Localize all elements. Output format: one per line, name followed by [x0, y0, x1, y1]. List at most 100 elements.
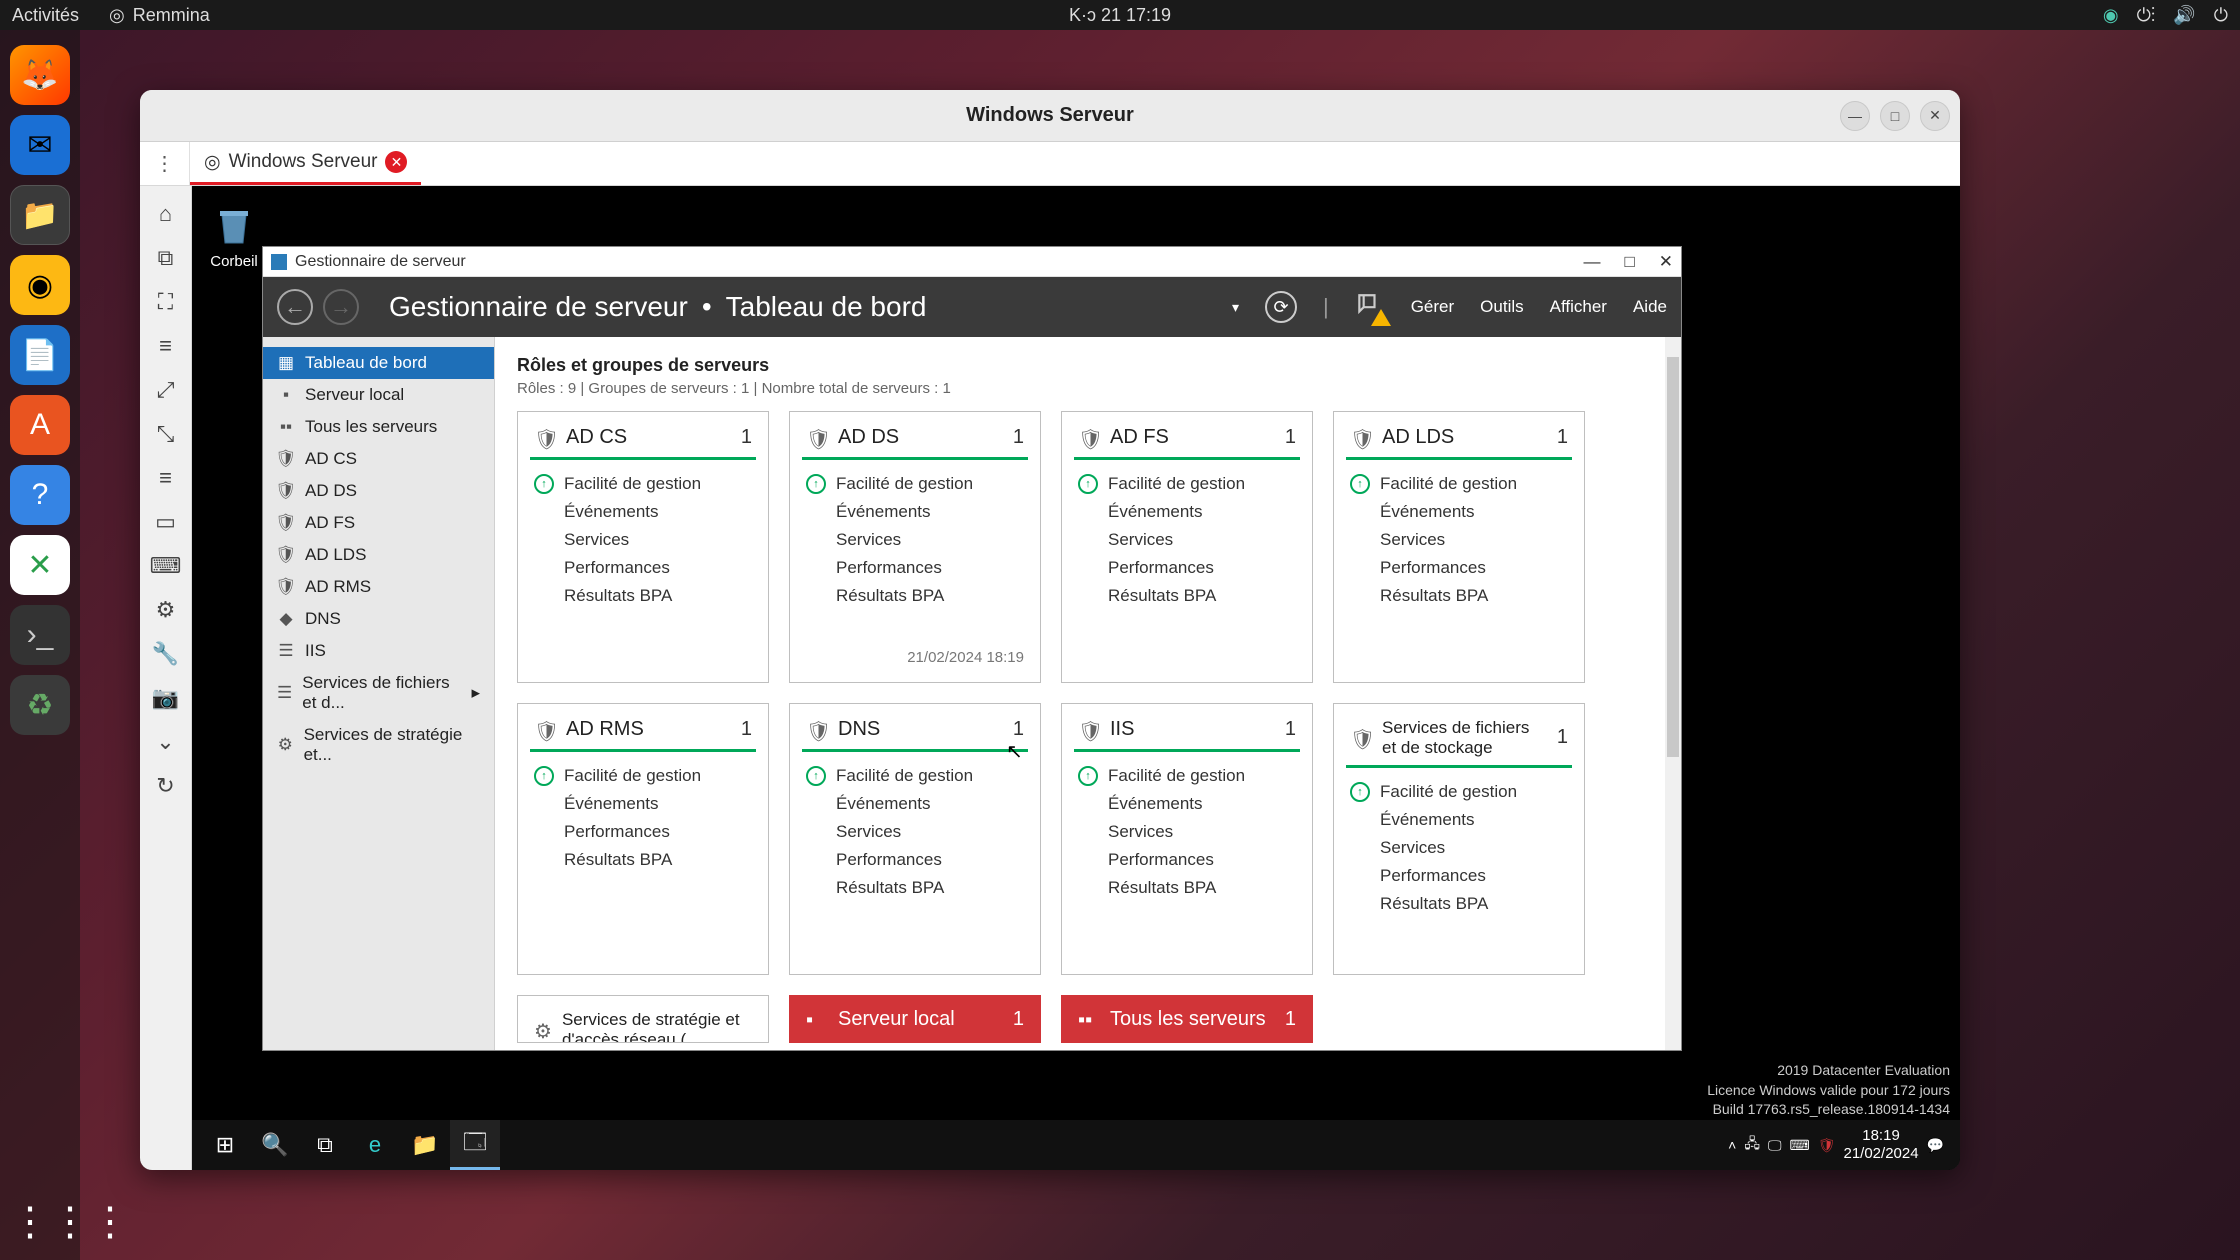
tile-row[interactable]: Résultats BPA: [534, 846, 752, 874]
sidebar-item-dns[interactable]: ◆ DNS: [263, 603, 494, 635]
tile-role[interactable]: 🛡 AD DS 1↑Facilité de gestionÉvénementsS…: [789, 411, 1041, 683]
menu-view[interactable]: Afficher: [1550, 297, 1607, 317]
tile-row[interactable]: Résultats BPA: [1078, 874, 1296, 902]
tile-row[interactable]: Services: [1078, 526, 1296, 554]
sm-titlebar[interactable]: Gestionnaire de serveur — □ ✕: [263, 247, 1681, 277]
notifications-button[interactable]: [1355, 292, 1385, 322]
dock-files[interactable]: 📁: [10, 185, 70, 245]
tile-row[interactable]: Résultats BPA: [1350, 582, 1568, 610]
tile-row[interactable]: Performances: [1078, 554, 1296, 582]
tile-row[interactable]: Services: [806, 818, 1024, 846]
dock-apps-grid[interactable]: ⋮⋮⋮: [10, 1199, 70, 1245]
power-icon[interactable]: ⏻: [2214, 5, 2228, 26]
tile-row[interactable]: Performances: [1350, 862, 1568, 890]
breadcrumb[interactable]: Gestionnaire de serveur • Tableau de bor…: [389, 291, 926, 323]
close-button[interactable]: ✕: [1920, 101, 1950, 131]
sidebar-item-files[interactable]: ☰ Services de fichiers et d... ▸: [263, 667, 494, 719]
sm-minimize-button[interactable]: —: [1583, 252, 1600, 272]
ie-button[interactable]: e: [350, 1120, 400, 1170]
tile-row[interactable]: ↑Facilité de gestion: [806, 470, 1024, 498]
sidebar-item-adlds[interactable]: 🛡 AD LDS: [263, 539, 494, 571]
rdp-viewport[interactable]: Corbeil Gestionnaire de serveur — □ ✕: [192, 186, 1960, 1170]
tile-row[interactable]: Performances: [1078, 846, 1296, 874]
remmina-tab-windows-serveur[interactable]: ◎ Windows Serveur ✕: [190, 142, 421, 185]
tab-close-icon[interactable]: ✕: [385, 151, 407, 173]
dock-rhythmbox[interactable]: ◉: [10, 255, 70, 315]
tile-role[interactable]: 🛡 AD LDS 1↑Facilité de gestionÉvénements…: [1333, 411, 1585, 683]
menu-manage[interactable]: Gérer: [1411, 297, 1454, 317]
tile-row[interactable]: ↑Facilité de gestion: [534, 470, 752, 498]
dock-terminal[interactable]: ›_: [10, 605, 70, 665]
refresh-button[interactable]: ⟳: [1265, 291, 1297, 323]
tray-chevron-icon[interactable]: ˄: [1728, 1137, 1736, 1153]
start-button[interactable]: ⊞: [200, 1120, 250, 1170]
dock-trash[interactable]: ♻: [10, 675, 70, 735]
fit-icon[interactable]: ⛶: [146, 282, 186, 322]
tile-role[interactable]: 🛡 DNS 1↑Facilité de gestionÉvénementsSer…: [789, 703, 1041, 975]
tile-row[interactable]: ↑Facilité de gestion: [534, 762, 752, 790]
search-button[interactable]: 🔍: [250, 1120, 300, 1170]
volume-icon[interactable]: 🔊: [2173, 5, 2195, 26]
activities-button[interactable]: Activités: [12, 5, 79, 26]
home-icon[interactable]: ⌂: [146, 194, 186, 234]
sidebar-item-adcs[interactable]: 🛡 AD CS: [263, 443, 494, 475]
sidebar-item-adfs[interactable]: 🛡 AD FS: [263, 507, 494, 539]
sidebar-item-dashboard[interactable]: ▦ Tableau de bord: [263, 347, 494, 379]
tile-row[interactable]: ↑Facilité de gestion: [1078, 470, 1296, 498]
tile-row[interactable]: ↑Facilité de gestion: [1350, 778, 1568, 806]
tile-local-server[interactable]: ▪ Serveur local 1: [789, 995, 1041, 1043]
tile-row[interactable]: ↑Facilité de gestion: [1078, 762, 1296, 790]
chevron-down-icon[interactable]: ⌄: [146, 722, 186, 762]
remmina-menu-button[interactable]: ⋮: [140, 142, 190, 185]
tile-row[interactable]: Événements: [1078, 498, 1296, 526]
lines-icon[interactable]: ≡: [146, 326, 186, 366]
tile-row[interactable]: Événements: [806, 790, 1024, 818]
tile-row[interactable]: Résultats BPA: [1350, 890, 1568, 918]
maximize-button[interactable]: □: [1880, 101, 1910, 131]
tile-role[interactable]: 🛡 AD CS 1↑Facilité de gestionÉvénementsS…: [517, 411, 769, 683]
tile-role[interactable]: 🛡 AD FS 1↑Facilité de gestionÉvénementsS…: [1061, 411, 1313, 683]
dock-writer[interactable]: 📄: [10, 325, 70, 385]
tile-row[interactable]: Résultats BPA: [1078, 582, 1296, 610]
refresh-icon[interactable]: ↻: [146, 766, 186, 806]
scrollbar[interactable]: [1665, 337, 1681, 1050]
tile-row[interactable]: Résultats BPA: [806, 582, 1024, 610]
screenshot-icon[interactable]: 📷: [146, 678, 186, 718]
tile-row[interactable]: Performances: [534, 554, 752, 582]
explorer-button[interactable]: 📁: [400, 1120, 450, 1170]
tile-all-servers[interactable]: ▪▪ Tous les serveurs 1: [1061, 995, 1313, 1043]
menu-tools[interactable]: Outils: [1480, 297, 1523, 317]
tile-row[interactable]: ↑Facilité de gestion: [806, 762, 1024, 790]
tile-role[interactable]: 🛡 IIS 1↑Facilité de gestionÉvénementsSer…: [1061, 703, 1313, 975]
dock-thunderbird[interactable]: ✉: [10, 115, 70, 175]
tile-row[interactable]: Événements: [1350, 806, 1568, 834]
tile-row[interactable]: Événements: [806, 498, 1024, 526]
windows-desktop[interactable]: Corbeil Gestionnaire de serveur — □ ✕: [192, 186, 1960, 1170]
folder-icon[interactable]: ▭: [146, 502, 186, 542]
tile-row[interactable]: Services: [806, 526, 1024, 554]
tile-row[interactable]: Performances: [1350, 554, 1568, 582]
tile-row[interactable]: Performances: [806, 554, 1024, 582]
tile-row[interactable]: Performances: [534, 818, 752, 846]
tile-row[interactable]: Événements: [1078, 790, 1296, 818]
tile-role[interactable]: 🛡 AD RMS 1↑Facilité de gestionÉvénements…: [517, 703, 769, 975]
tools-icon[interactable]: 🔧: [146, 634, 186, 674]
tile-row[interactable]: Performances: [806, 846, 1024, 874]
sidebar-item-adrms[interactable]: 🛡 AD RMS: [263, 571, 494, 603]
fullscreen-icon[interactable]: ⤢: [146, 370, 186, 410]
sidebar-item-all-servers[interactable]: ▪▪ Tous les serveurs: [263, 411, 494, 443]
breadcrumb-root[interactable]: Gestionnaire de serveur: [389, 291, 688, 323]
tray-network-icon[interactable]: 🖧: [1744, 1133, 1760, 1157]
tile-row[interactable]: Événements: [1350, 498, 1568, 526]
remmina-titlebar[interactable]: Windows Serveur — □ ✕: [140, 90, 1960, 142]
settings-icon[interactable]: ⚙: [146, 590, 186, 630]
dock-software[interactable]: A: [10, 395, 70, 455]
tile-row[interactable]: Événements: [534, 498, 752, 526]
duplicate-icon[interactable]: ⧉: [146, 238, 186, 278]
action-center-icon[interactable]: 💬: [1927, 1137, 1944, 1154]
tray-lang-icon[interactable]: ⌨: [1789, 1137, 1809, 1154]
tile-role[interactable]: 🛡 Services de fichiers et de stockage 1↑…: [1333, 703, 1585, 975]
status-icon[interactable]: ◉: [2103, 5, 2119, 26]
minimize-button[interactable]: —: [1840, 101, 1870, 131]
sidebar-item-adds[interactable]: 🛡 AD DS: [263, 475, 494, 507]
